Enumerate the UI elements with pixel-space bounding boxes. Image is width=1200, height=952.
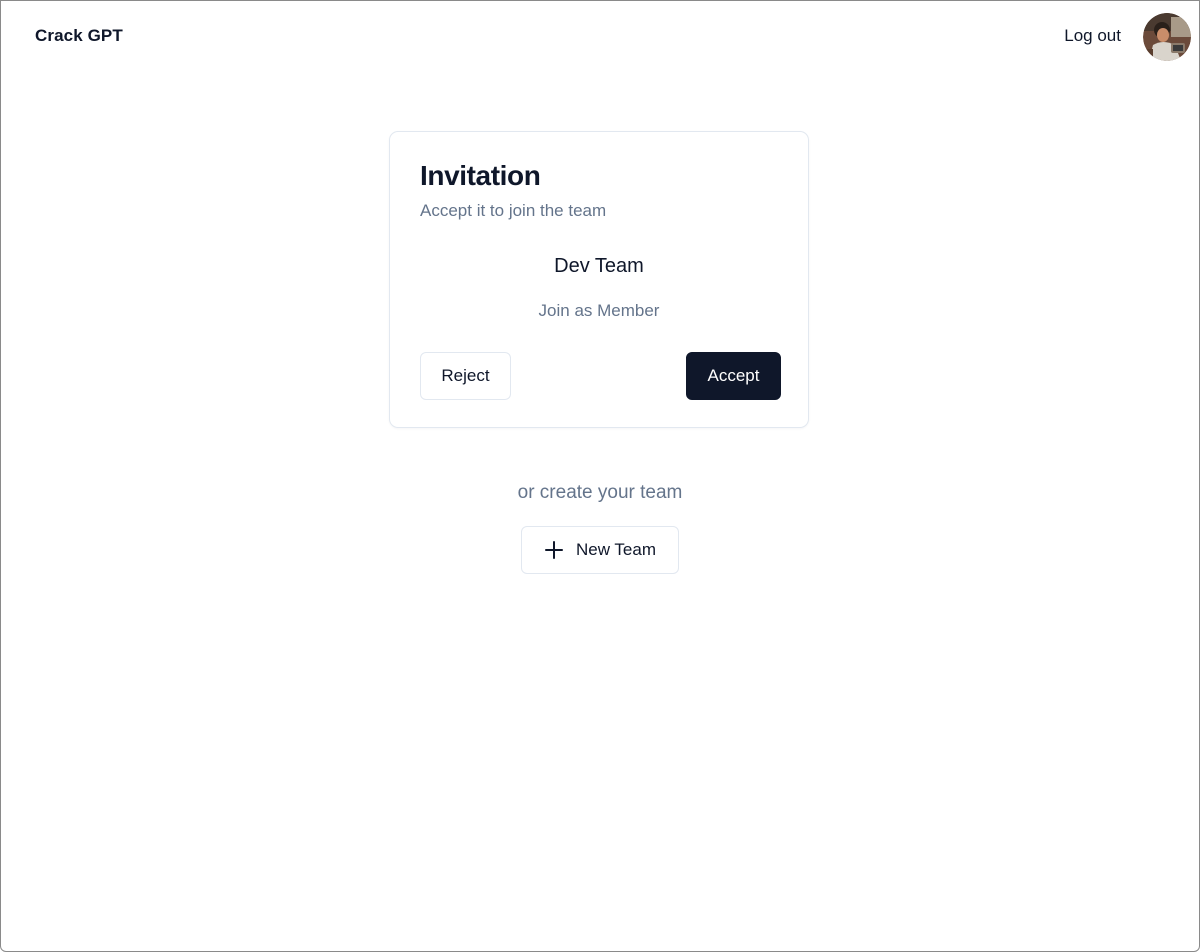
team-name: Dev Team [554,255,644,277]
plus-icon [544,540,564,560]
app-window: Crack GPT Log out Invitation Accept it t… [0,0,1200,952]
reject-button[interactable]: Reject [420,352,511,400]
top-navbar: Crack GPT Log out [1,1,1199,73]
new-team-button[interactable]: New Team [521,526,679,574]
accept-button[interactable]: Accept [686,352,781,400]
invitation-role: Join as Member [538,301,660,320]
create-team-prompt: or create your team [517,482,683,503]
invitation-title: Invitation [420,160,541,191]
new-team-label: New Team [576,540,656,559]
avatar-image [1143,13,1191,61]
logout-button[interactable]: Log out [1064,26,1121,46]
user-avatar[interactable] [1143,13,1191,61]
invitation-subtitle: Accept it to join the team [420,201,607,220]
invitation-card: Invitation Accept it to join the team De… [389,131,809,428]
brand-logo-text[interactable]: Crack GPT [35,26,123,46]
